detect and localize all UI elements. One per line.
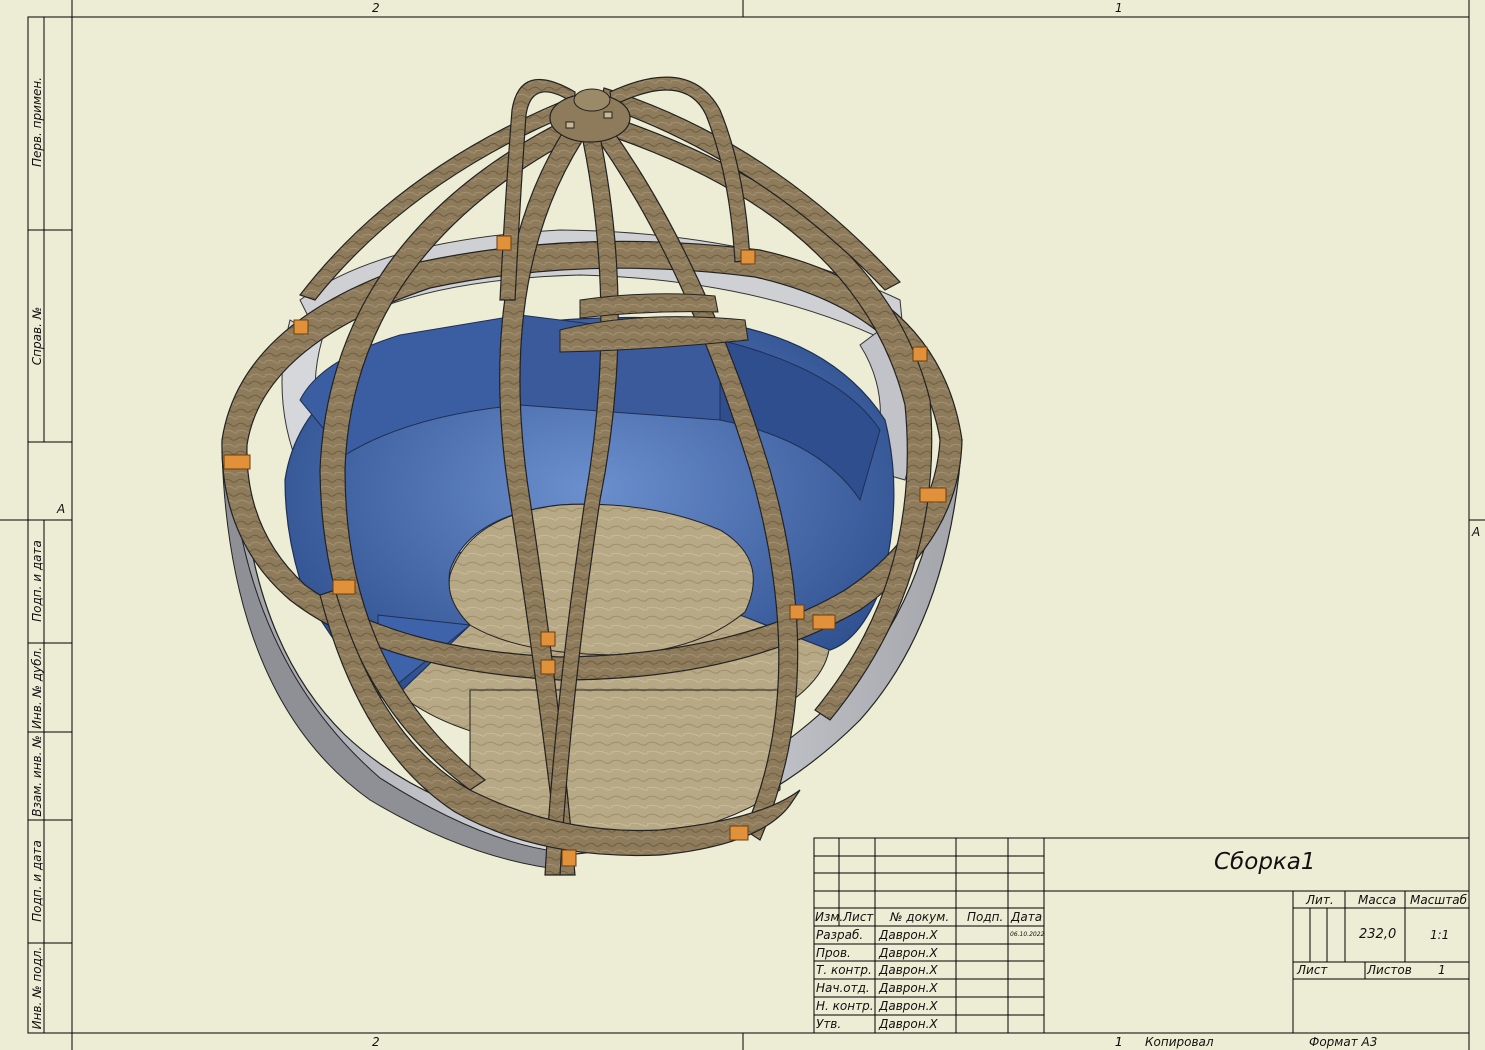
scale-label: Масштаб <box>1410 893 1468 907</box>
footer-format: Формат А3 <box>1309 1035 1378 1049</box>
signer-utv: Даврон.Х <box>879 1017 938 1031</box>
signer-razrab: Даврон.Х <box>879 928 938 942</box>
signer-t-kontr: Даврон.Х <box>879 963 938 977</box>
footer-sheet-no: 1 <box>1115 1035 1123 1049</box>
sheets-label: Листов <box>1367 963 1412 977</box>
hdr-doc: № докум. <box>890 910 950 924</box>
role-t-kontr: Т. контр. <box>816 963 872 977</box>
mass-label: Масса <box>1358 893 1397 907</box>
role-nach-otd: Нач.отд. <box>816 981 870 995</box>
mass-value: 232,0 <box>1359 927 1397 942</box>
sheet-label: Лист <box>1297 963 1328 977</box>
lit-label: Лит. <box>1306 893 1334 907</box>
zone-left-a: A <box>57 502 66 516</box>
zone-top-2: 2 <box>372 1 380 15</box>
hdr-podp: Подп. <box>967 910 1004 924</box>
drawing-sheet <box>0 0 1485 1050</box>
date-value: 06.10.2022 <box>1010 931 1045 938</box>
hdr-list: Лист <box>843 910 874 924</box>
role-prov: Пров. <box>816 946 851 960</box>
assembly-illustration <box>221 76 963 876</box>
designation-title: Сборка1 <box>1214 849 1316 875</box>
hdr-izm: Изм. <box>815 910 844 924</box>
sheets-count: 1 <box>1438 963 1446 977</box>
left-strip-sprav-no: Справ. № <box>30 306 44 366</box>
signer-n-kontr: Даврон.Х <box>879 999 938 1013</box>
zone-top-1: 1 <box>1115 1 1123 15</box>
role-razrab: Разраб. <box>816 928 864 942</box>
left-strip-inv-podl: Инв. № подл. <box>30 946 44 1030</box>
left-strip-podp-data-2: Подп. и дата <box>30 840 44 922</box>
left-strip-inv-dubl: Инв. № дубл. <box>30 646 44 730</box>
left-strip-vzam-inv: Взам. инв. № <box>30 735 44 817</box>
hdr-data: Дата <box>1011 910 1043 924</box>
zone-bottom-2: 2 <box>372 1035 380 1049</box>
footer-copied: Копировал <box>1145 1035 1214 1049</box>
zone-right-a: A <box>1472 525 1481 539</box>
signer-prov: Даврон.Х <box>879 946 938 960</box>
role-utv: Утв. <box>816 1017 842 1031</box>
scale-value: 1:1 <box>1430 928 1450 942</box>
signer-nach-otd: Даврон.Х <box>879 981 938 995</box>
left-strip-perv-primen: Перв. примен. <box>30 76 44 168</box>
role-n-kontr: Н. контр. <box>816 999 874 1013</box>
left-strip-podp-data-1: Подп. и дата <box>30 540 44 622</box>
